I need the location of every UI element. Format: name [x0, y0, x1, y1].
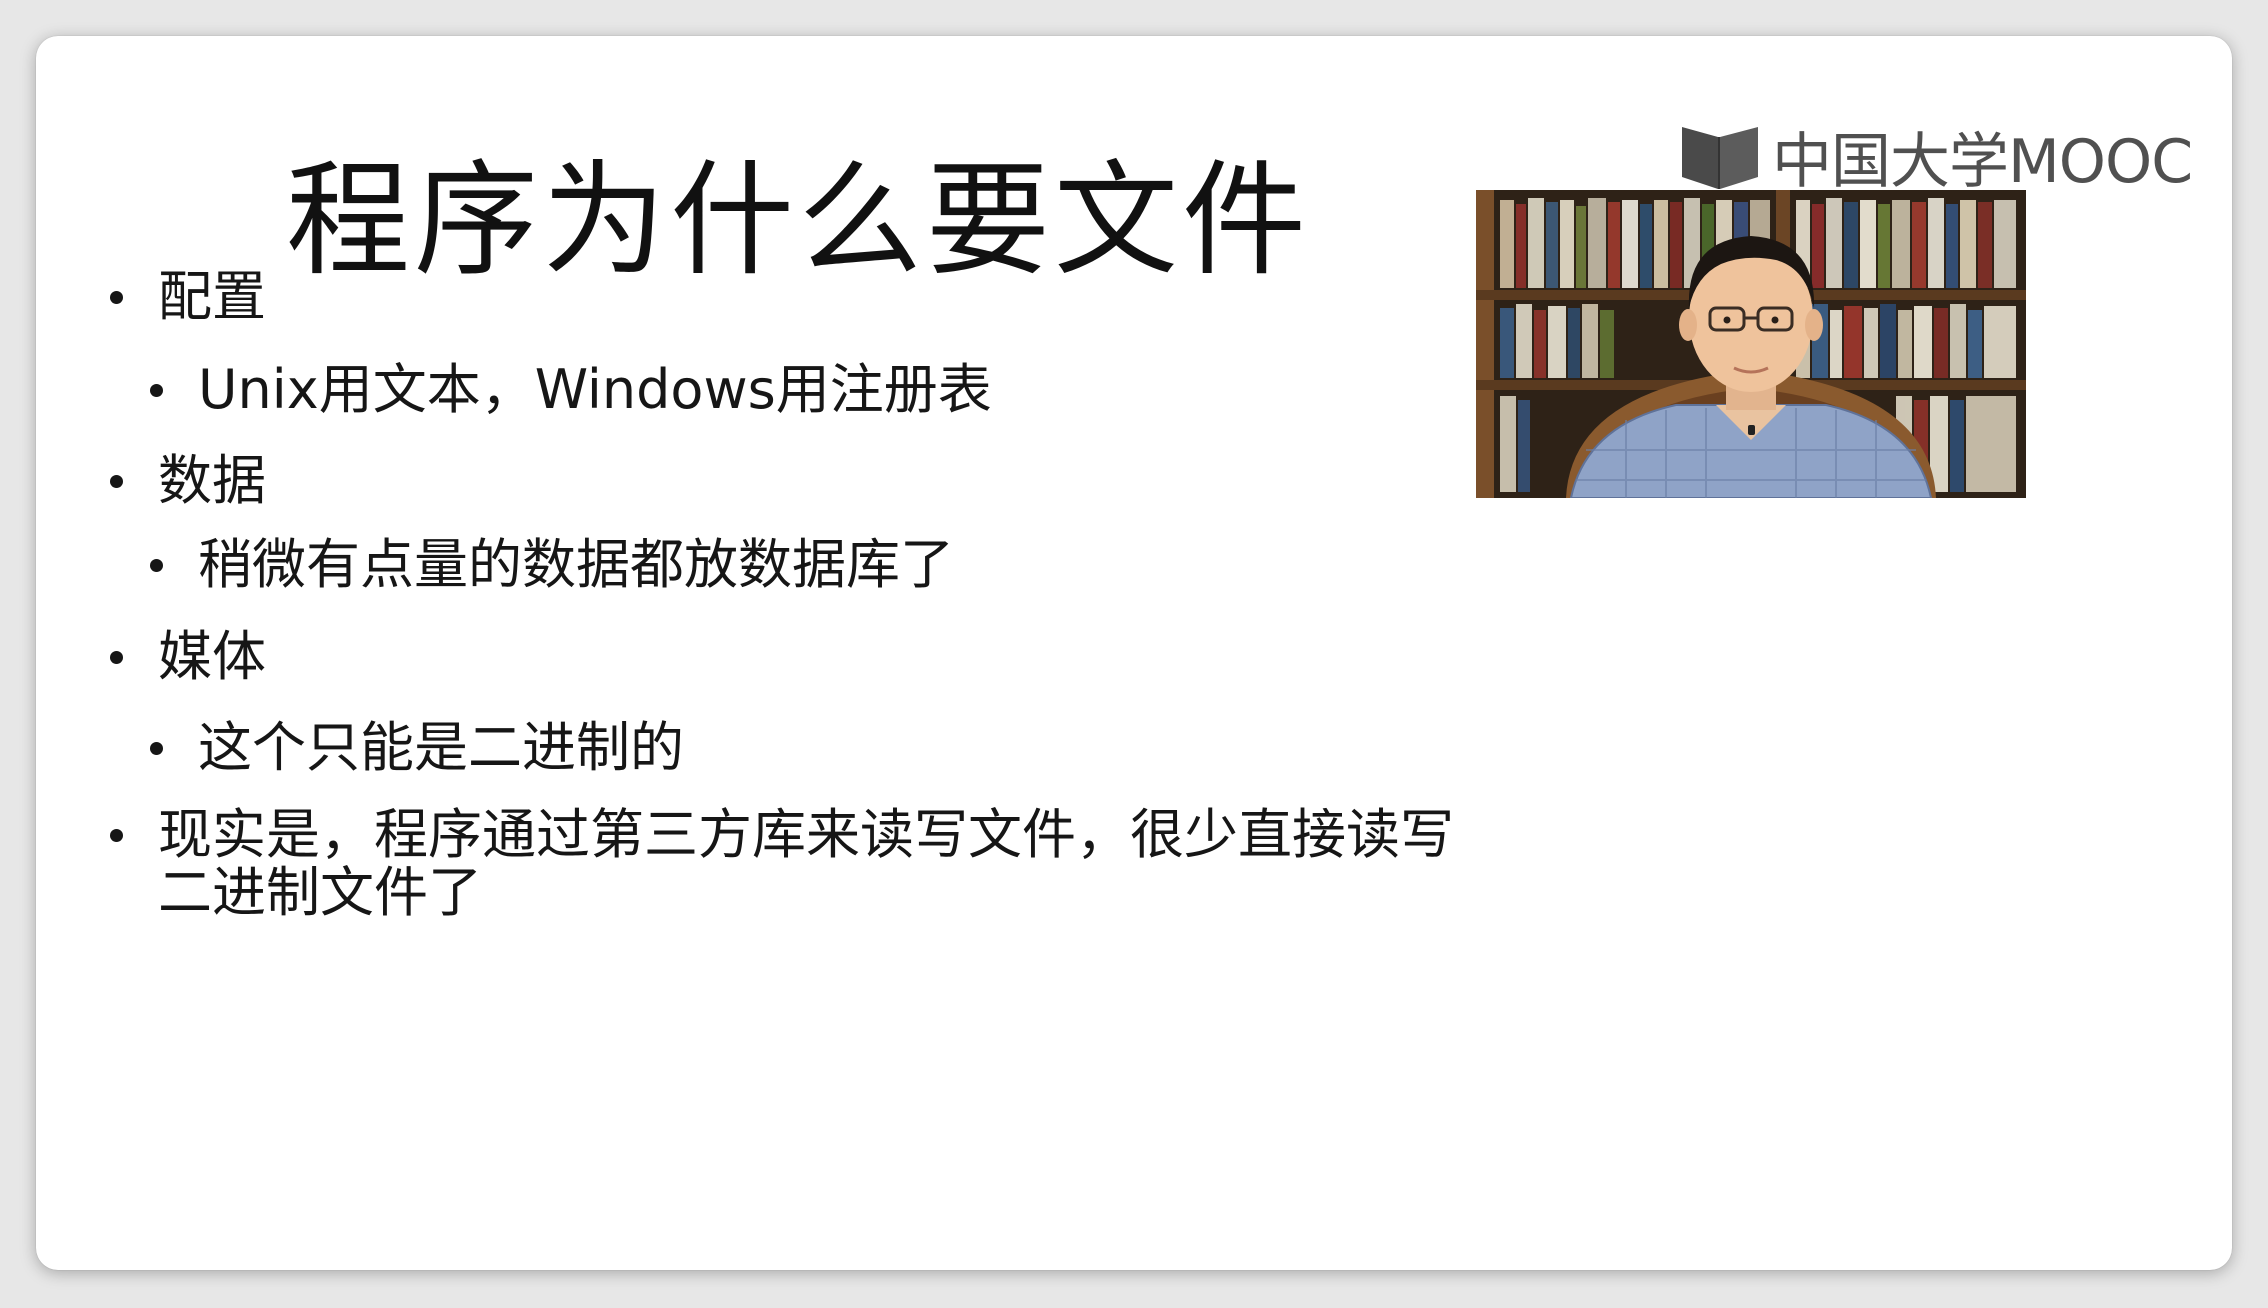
bullet-text: 这个只能是二进制的 — [198, 716, 684, 779]
presenter-video-frame — [1476, 190, 2026, 498]
bullet-text: 现实是，程序通过第三方库来读写文件，很少直接读写二进制文件了 — [158, 803, 1454, 924]
bullet-item-unix-windows: Unix用文本，Windows用注册表 — [150, 358, 992, 421]
bullet-dot — [150, 384, 163, 397]
bullet-dot — [110, 829, 123, 842]
bullet-item-media: 媒体 — [110, 625, 266, 688]
bullet-text: 数据 — [158, 449, 266, 512]
bullet-dot — [110, 651, 123, 664]
bullet-item-reality: 现实是，程序通过第三方库来读写文件，很少直接读写二进制文件了 — [110, 803, 1498, 924]
bullet-dot — [150, 742, 163, 755]
bullet-dot — [110, 291, 123, 304]
presenter-video[interactable] — [1476, 190, 2026, 498]
logo-text: 中国大学MOOC — [1772, 126, 2193, 197]
book-icon — [1682, 127, 1758, 189]
bullet-text: 稍微有点量的数据都放数据库了 — [198, 533, 954, 596]
screen: 程序为什么要文件 中国大学MOOC 配置 Unix用文本，Windows用注册表… — [0, 0, 2268, 1308]
bullet-text: Unix用文本，Windows用注册表 — [198, 358, 992, 421]
bullet-text: 媒体 — [158, 625, 266, 688]
bullet-text: 配置 — [158, 265, 266, 328]
bullet-dot — [110, 475, 123, 488]
bullet-item-data: 数据 — [110, 449, 266, 512]
bullet-item-database: 稍微有点量的数据都放数据库了 — [150, 533, 954, 596]
bullet-dot — [150, 559, 163, 572]
presentation-slide: 程序为什么要文件 中国大学MOOC 配置 Unix用文本，Windows用注册表… — [36, 36, 2232, 1270]
bullet-item-binary: 这个只能是二进制的 — [150, 716, 684, 779]
bullet-item-config: 配置 — [110, 265, 266, 328]
bullet-list: 配置 Unix用文本，Windows用注册表 数据 稍微有点量的数据都放数据库了… — [36, 36, 1536, 1270]
